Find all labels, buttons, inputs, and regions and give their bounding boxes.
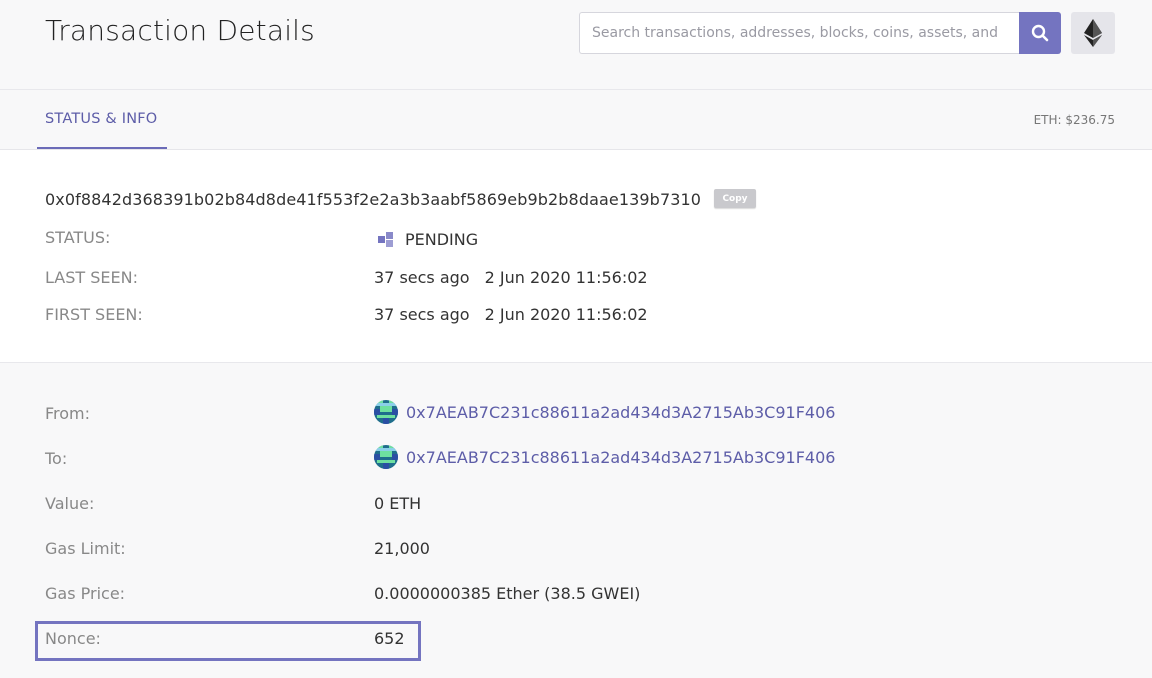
page-title: Transaction Details [45, 14, 315, 47]
search-input[interactable] [579, 12, 1019, 54]
address-identicon-icon [374, 445, 398, 469]
tab-label: STATUS & INFO [45, 111, 158, 127]
status-badge: PENDING [378, 230, 478, 249]
eth-price: ETH: $236.75 [1033, 113, 1115, 127]
copy-button[interactable]: Copy [714, 189, 756, 208]
gas-price-label: Gas Price: [45, 584, 126, 603]
to-address: 0x7AEAB7C231c88611a2ad434d3A2715Ab3C91F4… [374, 445, 835, 469]
from-address: 0x7AEAB7C231c88611a2ad434d3A2715Ab3C91F4… [374, 400, 835, 424]
ethereum-logo-icon [1084, 19, 1102, 47]
network-selector-button[interactable] [1071, 12, 1115, 54]
gas-price-value: 0.0000000385 Ether (38.5 GWEI) [374, 584, 641, 603]
from-label: From: [45, 404, 91, 423]
last-seen-ago: 37 secs ago [374, 268, 470, 287]
status-label: STATUS: [45, 228, 111, 247]
first-seen-value: 37 secs ago 2 Jun 2020 11:56:02 [374, 305, 648, 324]
status-value: PENDING [405, 230, 479, 249]
tab-bar: STATUS & INFO ETH: $236.75 [0, 90, 1152, 150]
gas-limit-value: 21,000 [374, 539, 430, 558]
value-amount: 0 ETH [374, 494, 422, 513]
first-seen-date: 2 Jun 2020 11:56:02 [484, 305, 648, 324]
to-label: To: [45, 449, 68, 468]
last-seen-label: LAST SEEN: [45, 268, 138, 287]
nonce-highlight-box [35, 621, 421, 661]
search-button[interactable] [1019, 12, 1061, 54]
search-bar [579, 12, 1061, 54]
value-label: Value: [45, 494, 95, 513]
status-info-section: 0x0f8842d368391b02b84d8de41f553f2e2a3b3a… [0, 150, 1152, 363]
header: Transaction Details [0, 0, 1152, 90]
first-seen-ago: 37 secs ago [374, 305, 470, 324]
to-address-link[interactable]: 0x7AEAB7C231c88611a2ad434d3A2715Ab3C91F4… [406, 448, 835, 467]
from-address-link[interactable]: 0x7AEAB7C231c88611a2ad434d3A2715Ab3C91F4… [406, 403, 835, 422]
last-seen-date: 2 Jun 2020 11:56:02 [484, 268, 648, 287]
search-icon [1031, 24, 1049, 42]
first-seen-label: FIRST SEEN: [45, 305, 143, 324]
transaction-hash: 0x0f8842d368391b02b84d8de41f553f2e2a3b3a… [45, 190, 702, 209]
tab-status-info[interactable]: STATUS & INFO [37, 90, 167, 149]
gas-limit-label: Gas Limit: [45, 539, 126, 558]
pending-icon [378, 231, 397, 248]
last-seen-value: 37 secs ago 2 Jun 2020 11:56:02 [374, 268, 648, 287]
address-identicon-icon [374, 400, 398, 424]
